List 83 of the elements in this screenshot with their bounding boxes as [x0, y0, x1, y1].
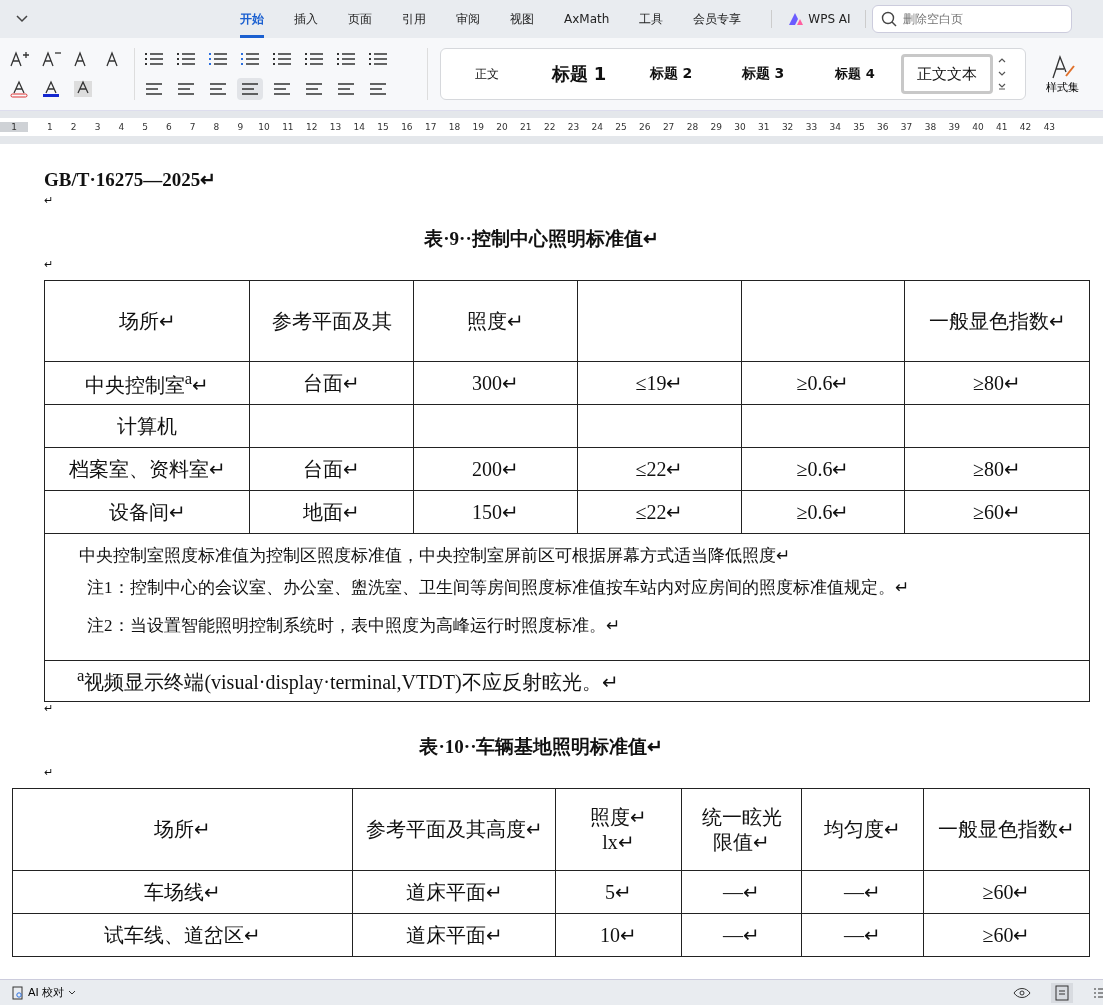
- table-cell-text: ≤22↵: [635, 456, 684, 482]
- search-icon: [880, 11, 897, 27]
- paragraph-mark: ↵: [44, 194, 53, 206]
- table-cell-text: 5↵: [605, 879, 632, 905]
- table-footnote: $^{a}$视频显示终端(visual·display·terminal,VTDT)不应反射眩光。↵: [77, 666, 619, 696]
- outline-view-icon[interactable]: [1093, 985, 1103, 1000]
- table-cell-text: 设备间↵: [108, 499, 186, 525]
- header-cell-text: 场所↵: [154, 817, 211, 842]
- header-cell-text: lx↵: [602, 829, 635, 855]
- search-field[interactable]: 删除空白页: [871, 5, 1072, 33]
- table-cell-text: ≤19↵: [635, 370, 684, 396]
- header-cell-text: 照度↵: [467, 308, 524, 334]
- table-cell-text: 道床平面↵: [405, 879, 503, 905]
- style-option[interactable]: 标题 1: [533, 54, 625, 94]
- table-cell-text: ≥80↵: [973, 370, 1021, 396]
- header-cell-text: 照度↵: [590, 804, 647, 830]
- table-cell-text: 道床平面↵: [405, 922, 503, 948]
- style-set-button[interactable]: 样式集: [1040, 52, 1085, 96]
- header-cell-text: 一般显色指数↵: [938, 817, 1075, 842]
- ribbon-tab[interactable]: 插入: [294, 0, 318, 38]
- table-cell-text: —↵: [844, 879, 881, 905]
- table-cell-text: ≥0.6↵: [796, 456, 850, 482]
- table-caption: 表·9··控制中心照明标准值↵: [424, 228, 659, 249]
- style-option[interactable]: 正文文本: [901, 54, 993, 94]
- table-cell-text: 试车线、道岔区↵: [104, 922, 261, 948]
- document-search-icon: [12, 985, 24, 1000]
- table-cell-text: 300↵: [472, 370, 519, 396]
- table-cell-text: ≥0.6↵: [796, 370, 850, 396]
- style-option[interactable]: 标题 3: [717, 54, 809, 94]
- table-cell-text: ≥60↵: [982, 879, 1031, 905]
- header-cell-text: 均匀度↵: [824, 817, 901, 842]
- table-cell-text: 地面↵: [303, 499, 360, 525]
- table-cell-text: 计算机: [117, 413, 177, 439]
- table-cell-text: 10↵: [600, 922, 637, 948]
- ai-button[interactable]: WPS AI: [788, 0, 851, 38]
- table-cell-text: ≥80↵: [973, 456, 1021, 482]
- paragraph-mark: ↵: [44, 258, 53, 270]
- style-option[interactable]: 标题 2: [625, 54, 717, 94]
- ribbon-tab[interactable]: AxMath: [564, 0, 610, 38]
- justify-icon[interactable]: [237, 78, 263, 100]
- table-note: 中央控制室照度标准值为控制区照度标准值，中央控制室屏前区可根据屏幕方式适当降低照度↵: [79, 545, 791, 567]
- table-note: 注2：当设置智能照明控制系统时，表中照度为高峰运行时照度标准。↵: [86, 615, 621, 637]
- table-cell-text: 档案室、资料室↵: [68, 456, 226, 482]
- header-cell-text: 统一眩光: [701, 804, 782, 830]
- table-caption: 表·10··车辆基地照明标准值↵: [419, 736, 664, 757]
- style-option[interactable]: 标题 4: [809, 54, 901, 94]
- ruler[interactable]: 1 1 2 3 4 5 6 7 8 9 10 11 12 13 14 15 16 17 18 19 20 21 22 23 24 25 26 27 28 29 30 31 32 33 34 35 36 37 38 39 40 41 42 43: [0, 118, 1103, 136]
- paragraph-mark: ↵: [44, 702, 53, 714]
- table-cell-text: ≥0.6↵: [796, 499, 850, 525]
- proofread-button[interactable]: AI 校对: [6, 984, 83, 1001]
- header-cell-text: 一般显色指数↵: [928, 308, 1066, 334]
- table-cell-text: 150↵: [472, 499, 519, 525]
- ribbon-tab[interactable]: 工具: [639, 0, 664, 38]
- page-view-icon[interactable]: [1051, 982, 1073, 1003]
- paragraph-mark: ↵: [44, 766, 53, 778]
- document-heading: GB/T·16275—2025↵: [44, 168, 218, 192]
- table-cell-text: —↵: [844, 922, 881, 948]
- header-cell-text: 参考平面及其: [271, 308, 392, 334]
- ribbon-tab[interactable]: 开始: [240, 0, 264, 38]
- table-cell-text: 台面↵: [303, 370, 360, 396]
- table-cell-text: 车场线↵: [144, 879, 221, 905]
- table-cell-text: 中央控制室$^{a}$↵: [84, 368, 210, 398]
- table-cell-text: ≥60↵: [973, 499, 1021, 525]
- style-option[interactable]: 正文: [441, 54, 533, 94]
- table-cell-text: —↵: [723, 879, 760, 905]
- caret-icon: [68, 989, 77, 996]
- ai-logo-icon: [788, 12, 805, 26]
- header-cell-text: 限值↵: [713, 829, 770, 855]
- table-cell-text: 200↵: [472, 456, 519, 482]
- ribbon-tab[interactable]: 会员专享: [693, 0, 742, 38]
- ribbon-tab[interactable]: 审阅: [456, 0, 480, 38]
- table-cell-text: ≥60↵: [982, 922, 1031, 948]
- caret-icon[interactable]: [16, 15, 28, 23]
- eye-icon[interactable]: [1013, 986, 1031, 999]
- ribbon-tab[interactable]: 引用: [402, 0, 426, 38]
- table-note: 注1：控制中心的会议室、办公室、盥洗室、卫生间等房间照度标准值按车站内对应房间的照度标准值规定。↵: [86, 577, 910, 599]
- table-cell-text: 台面↵: [303, 456, 360, 482]
- header-cell-text: 场所↵: [118, 308, 176, 334]
- table-cell-text: ≤22↵: [635, 499, 684, 525]
- table-cell-text: —↵: [723, 922, 760, 948]
- ribbon-tab[interactable]: 页面: [348, 0, 372, 38]
- header-cell-text: 参考平面及其高度↵: [365, 817, 543, 842]
- ribbon-tab[interactable]: 视图: [510, 0, 534, 38]
